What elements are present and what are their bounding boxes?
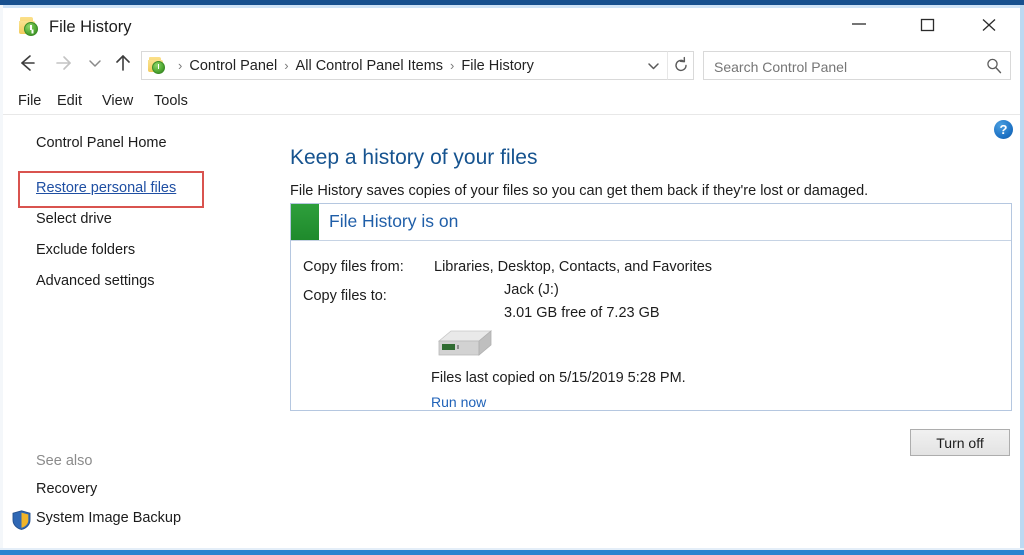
menu-item-view[interactable]: View xyxy=(96,91,139,111)
drive-name: Jack (J:) xyxy=(504,282,559,298)
minimize-button[interactable] xyxy=(836,8,882,40)
search-input[interactable] xyxy=(712,52,981,81)
menu-item-edit[interactable]: Edit xyxy=(51,91,88,111)
forward-arrow-icon xyxy=(51,51,81,81)
sidebar-item-advanced-settings[interactable]: Advanced settings xyxy=(36,273,155,289)
breadcrumb-separator: › xyxy=(178,58,183,73)
sidebar-item-system-image-backup[interactable]: System Image Backup xyxy=(36,510,181,526)
breadcrumb-folder-icon xyxy=(148,57,167,74)
page-title: Keep a history of your files xyxy=(290,146,538,169)
breadcrumb-separator: › xyxy=(450,58,455,73)
window-frame-bottom xyxy=(0,550,1024,555)
copy-files-to-label: Copy files to: xyxy=(303,288,387,304)
uac-shield-icon xyxy=(12,510,31,530)
file-history-window: File History › Control Panel › All Contr… xyxy=(0,0,1024,555)
sidebar-item-control-panel-home[interactable]: Control Panel Home xyxy=(36,135,167,151)
back-arrow-icon[interactable] xyxy=(15,51,45,81)
maximize-button[interactable] xyxy=(905,8,951,40)
search-icon[interactable] xyxy=(985,57,1003,75)
status-badge: File History is on xyxy=(329,211,459,231)
chevron-down-icon[interactable] xyxy=(640,51,667,80)
title-bar: File History xyxy=(3,8,1020,46)
menu-item-file[interactable]: File xyxy=(12,91,47,111)
breadcrumb-item-control-panel[interactable]: Control Panel xyxy=(189,58,277,74)
file-history-folder-icon xyxy=(19,17,41,37)
main-panel: ? Keep a history of your files File Hist… xyxy=(285,116,1020,548)
help-icon[interactable]: ? xyxy=(994,120,1013,139)
drive-capacity: 3.01 GB free of 7.23 GB xyxy=(504,305,660,321)
breadcrumb-separator: › xyxy=(284,58,289,73)
address-bar: › Control Panel › All Control Panel Item… xyxy=(3,46,1020,86)
sidebar-item-restore-personal-files[interactable]: Restore personal files xyxy=(36,180,176,196)
search-box[interactable] xyxy=(703,51,1011,81)
sidebar-item-select-drive[interactable]: Select drive xyxy=(36,211,112,227)
external-hard-drive-icon xyxy=(433,323,495,363)
refresh-icon[interactable] xyxy=(667,51,694,80)
see-also-label: See also xyxy=(36,453,93,469)
breadcrumb[interactable]: › Control Panel › All Control Panel Item… xyxy=(141,51,694,80)
close-button[interactable] xyxy=(966,8,1012,40)
content-area: Control Panel Home Restore personal file… xyxy=(3,116,1020,548)
recent-locations-chevron-icon[interactable] xyxy=(85,51,107,81)
page-subtitle: File History saves copies of your files … xyxy=(290,183,869,199)
breadcrumb-item-file-history[interactable]: File History xyxy=(461,58,534,74)
window-frame-right xyxy=(1020,5,1024,550)
up-arrow-icon[interactable] xyxy=(111,51,141,81)
copy-files-from-label: Copy files from: xyxy=(303,259,404,275)
turn-off-button[interactable]: Turn off xyxy=(910,429,1010,456)
menu-item-tools[interactable]: Tools xyxy=(148,91,194,111)
menubar-divider xyxy=(3,114,1020,115)
run-now-link[interactable]: Run now xyxy=(431,394,486,410)
file-history-status-panel: File History is on Copy files from: Libr… xyxy=(290,203,1012,411)
sidebar-item-recovery[interactable]: Recovery xyxy=(36,481,97,497)
status-color-swatch xyxy=(291,204,319,240)
status-header: File History is on xyxy=(291,204,1011,241)
sidebar: Control Panel Home Restore personal file… xyxy=(3,116,285,548)
window-title: File History xyxy=(49,18,132,36)
menu-bar: File Edit View Tools xyxy=(3,88,1020,115)
sidebar-item-exclude-folders[interactable]: Exclude folders xyxy=(36,242,135,258)
last-copied-text: Files last copied on 5/15/2019 5:28 PM. xyxy=(431,370,686,386)
breadcrumb-item-all-control-panel-items[interactable]: All Control Panel Items xyxy=(296,58,443,74)
copy-files-from-value: Libraries, Desktop, Contacts, and Favori… xyxy=(434,259,713,275)
